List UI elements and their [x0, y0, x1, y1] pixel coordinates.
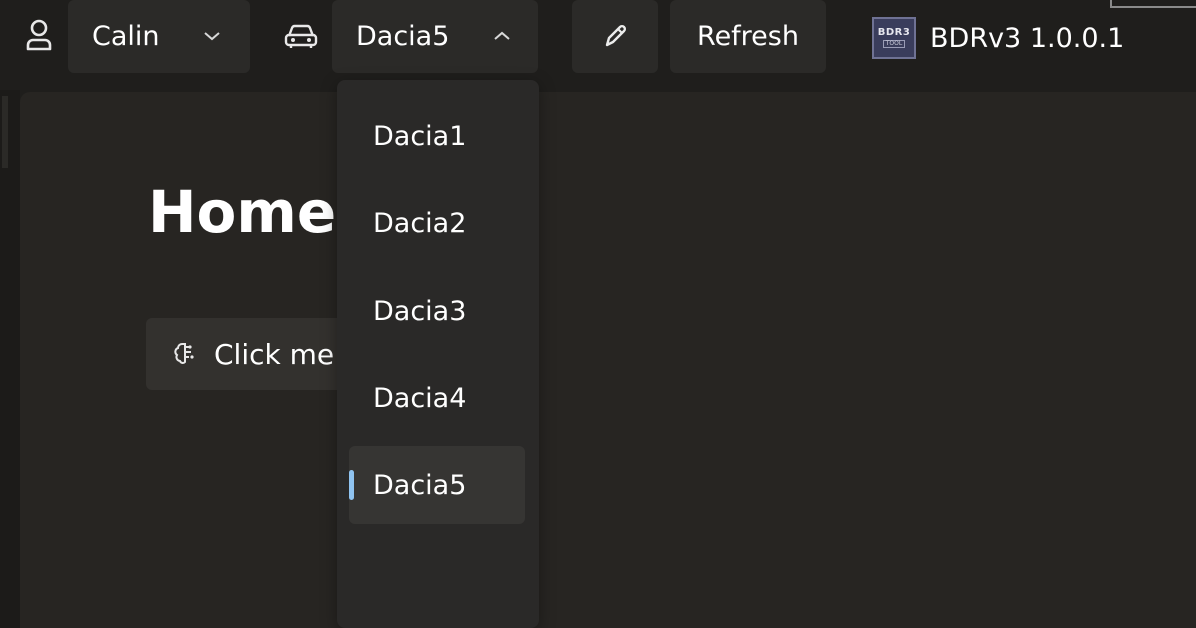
- dropdown-item-label: Dacia3: [373, 295, 467, 327]
- dropdown-item-dacia4[interactable]: Dacia4: [349, 359, 525, 437]
- main-content: Home Click me: [20, 92, 1196, 628]
- dropdown-item-label: Dacia5: [373, 469, 467, 501]
- app-window: Calin Dacia5 Refresh BDR3 TOOL BDRv3 1.0…: [0, 0, 1196, 628]
- app-logo: BDR3 TOOL: [872, 17, 916, 59]
- nav-rail-marker: [2, 96, 8, 168]
- dropdown-item-dacia2[interactable]: Dacia2: [349, 184, 525, 262]
- person-icon: [22, 18, 56, 54]
- pencil-icon: [601, 23, 629, 51]
- refresh-label: Refresh: [697, 21, 799, 52]
- user-select-label: Calin: [92, 21, 160, 52]
- dropdown-item-dacia1[interactable]: Dacia1: [349, 97, 525, 175]
- dropdown-item-dacia3[interactable]: Dacia3: [349, 272, 525, 350]
- dropdown-item-label: Dacia2: [373, 207, 467, 239]
- dropdown-item-dacia5[interactable]: Dacia5: [349, 446, 525, 524]
- nav-rail: [0, 90, 20, 628]
- brain-icon: [174, 341, 196, 367]
- car-select-label: Dacia5: [356, 21, 450, 52]
- selection-indicator: [349, 470, 354, 500]
- window-corner-frame: [1110, 0, 1196, 8]
- app-version-label: BDRv3 1.0.0.1: [930, 22, 1125, 54]
- chevron-up-icon: [490, 24, 514, 48]
- dropdown-item-label: Dacia4: [373, 382, 467, 414]
- car-dropdown-list: Dacia1 Dacia2 Dacia3 Dacia4 Dacia5: [337, 80, 539, 628]
- app-brand: BDR3 TOOL BDRv3 1.0.0.1: [872, 16, 1124, 60]
- car-icon: [282, 20, 320, 52]
- chevron-down-icon: [200, 24, 224, 48]
- top-bar: Calin Dacia5 Refresh BDR3 TOOL BDRv3 1.0…: [0, 0, 1196, 90]
- page-title: Home: [148, 178, 337, 246]
- refresh-button[interactable]: Refresh: [670, 0, 826, 73]
- dropdown-item-label: Dacia1: [373, 120, 467, 152]
- click-me-label: Click me: [214, 337, 335, 371]
- edit-button[interactable]: [572, 0, 658, 73]
- car-select-button[interactable]: Dacia5: [332, 0, 538, 73]
- user-select-button[interactable]: Calin: [68, 0, 250, 73]
